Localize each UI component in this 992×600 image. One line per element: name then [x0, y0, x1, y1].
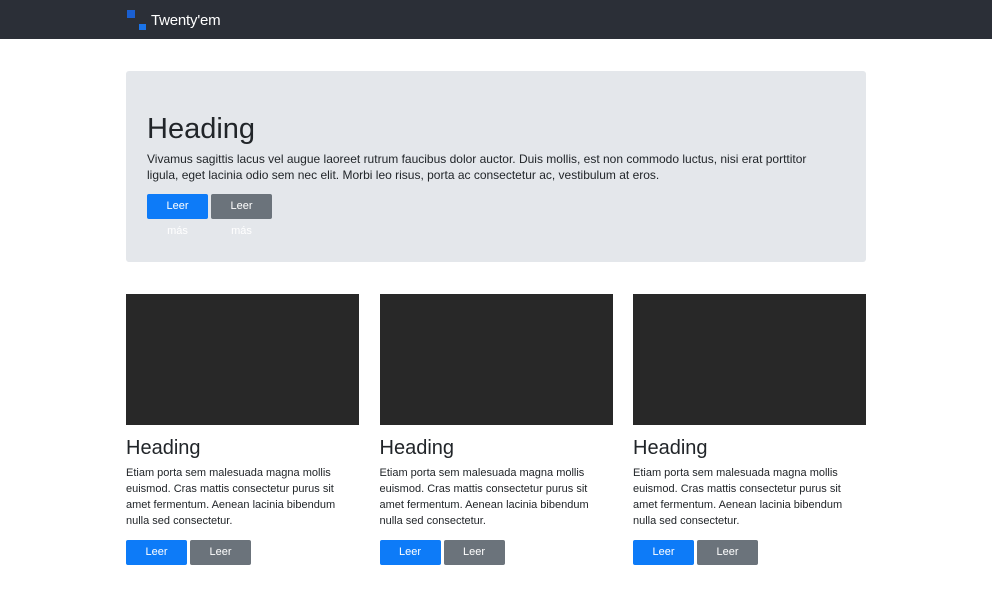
card-2-read-more-primary-button[interactable]: Leer más [379, 540, 441, 583]
logo-square-top-icon [127, 10, 135, 18]
card-3-buttons: Leer más Leer más [633, 540, 866, 583]
jumbotron-read-more-secondary-button[interactable]: Leer más [211, 194, 272, 237]
card-1-read-more-primary-button[interactable]: Leer más [126, 540, 187, 583]
card-1-image [126, 294, 359, 425]
jumbotron-heading: Heading [147, 113, 256, 145]
card-2-heading: Heading [379, 437, 455, 459]
card-2: Heading Etiam porta sem malesuada magna … [379, 294, 613, 583]
logo-square-bottom-icon [139, 24, 146, 30]
card-1-buttons: Leer más Leer más [126, 540, 359, 583]
jumbotron-buttons: Leer más Leer más [147, 194, 272, 237]
top-navbar: Twenty'em [0, 0, 992, 39]
card-3-text: Etiam porta sem malesuada magna mollis e… [633, 467, 843, 527]
jumbotron-read-more-primary-button[interactable]: Leer más [147, 194, 208, 237]
card-row: Heading Etiam porta sem malesuada magna … [126, 294, 866, 583]
card-3-read-more-primary-button[interactable]: Leer más [633, 540, 694, 583]
card-1-read-more-secondary-button[interactable]: Leer más [190, 540, 251, 583]
card-1-heading: Heading [126, 437, 201, 459]
card-2-text: Etiam porta sem malesuada magna mollis e… [379, 467, 589, 527]
jumbotron-text: Vivamus sagittis lacus vel augue laoreet… [147, 152, 807, 182]
brand-logo-icon [126, 9, 146, 31]
card-1: Heading Etiam porta sem malesuada magna … [126, 294, 359, 583]
card-3-heading: Heading [633, 437, 708, 459]
card-2-buttons: Leer más Leer más [379, 540, 613, 583]
card-3-image [633, 294, 866, 425]
card-1-text: Etiam porta sem malesuada magna mollis e… [126, 467, 336, 527]
brand-name: Twenty'em [151, 11, 221, 29]
card-3: Heading Etiam porta sem malesuada magna … [633, 294, 866, 583]
card-3-read-more-secondary-button[interactable]: Leer más [697, 540, 758, 583]
card-2-image [379, 294, 613, 425]
jumbotron: Heading Vivamus sagittis lacus vel augue… [126, 71, 866, 262]
card-2-read-more-secondary-button[interactable]: Leer más [443, 540, 505, 583]
brand-link[interactable]: Twenty'em [126, 8, 221, 32]
